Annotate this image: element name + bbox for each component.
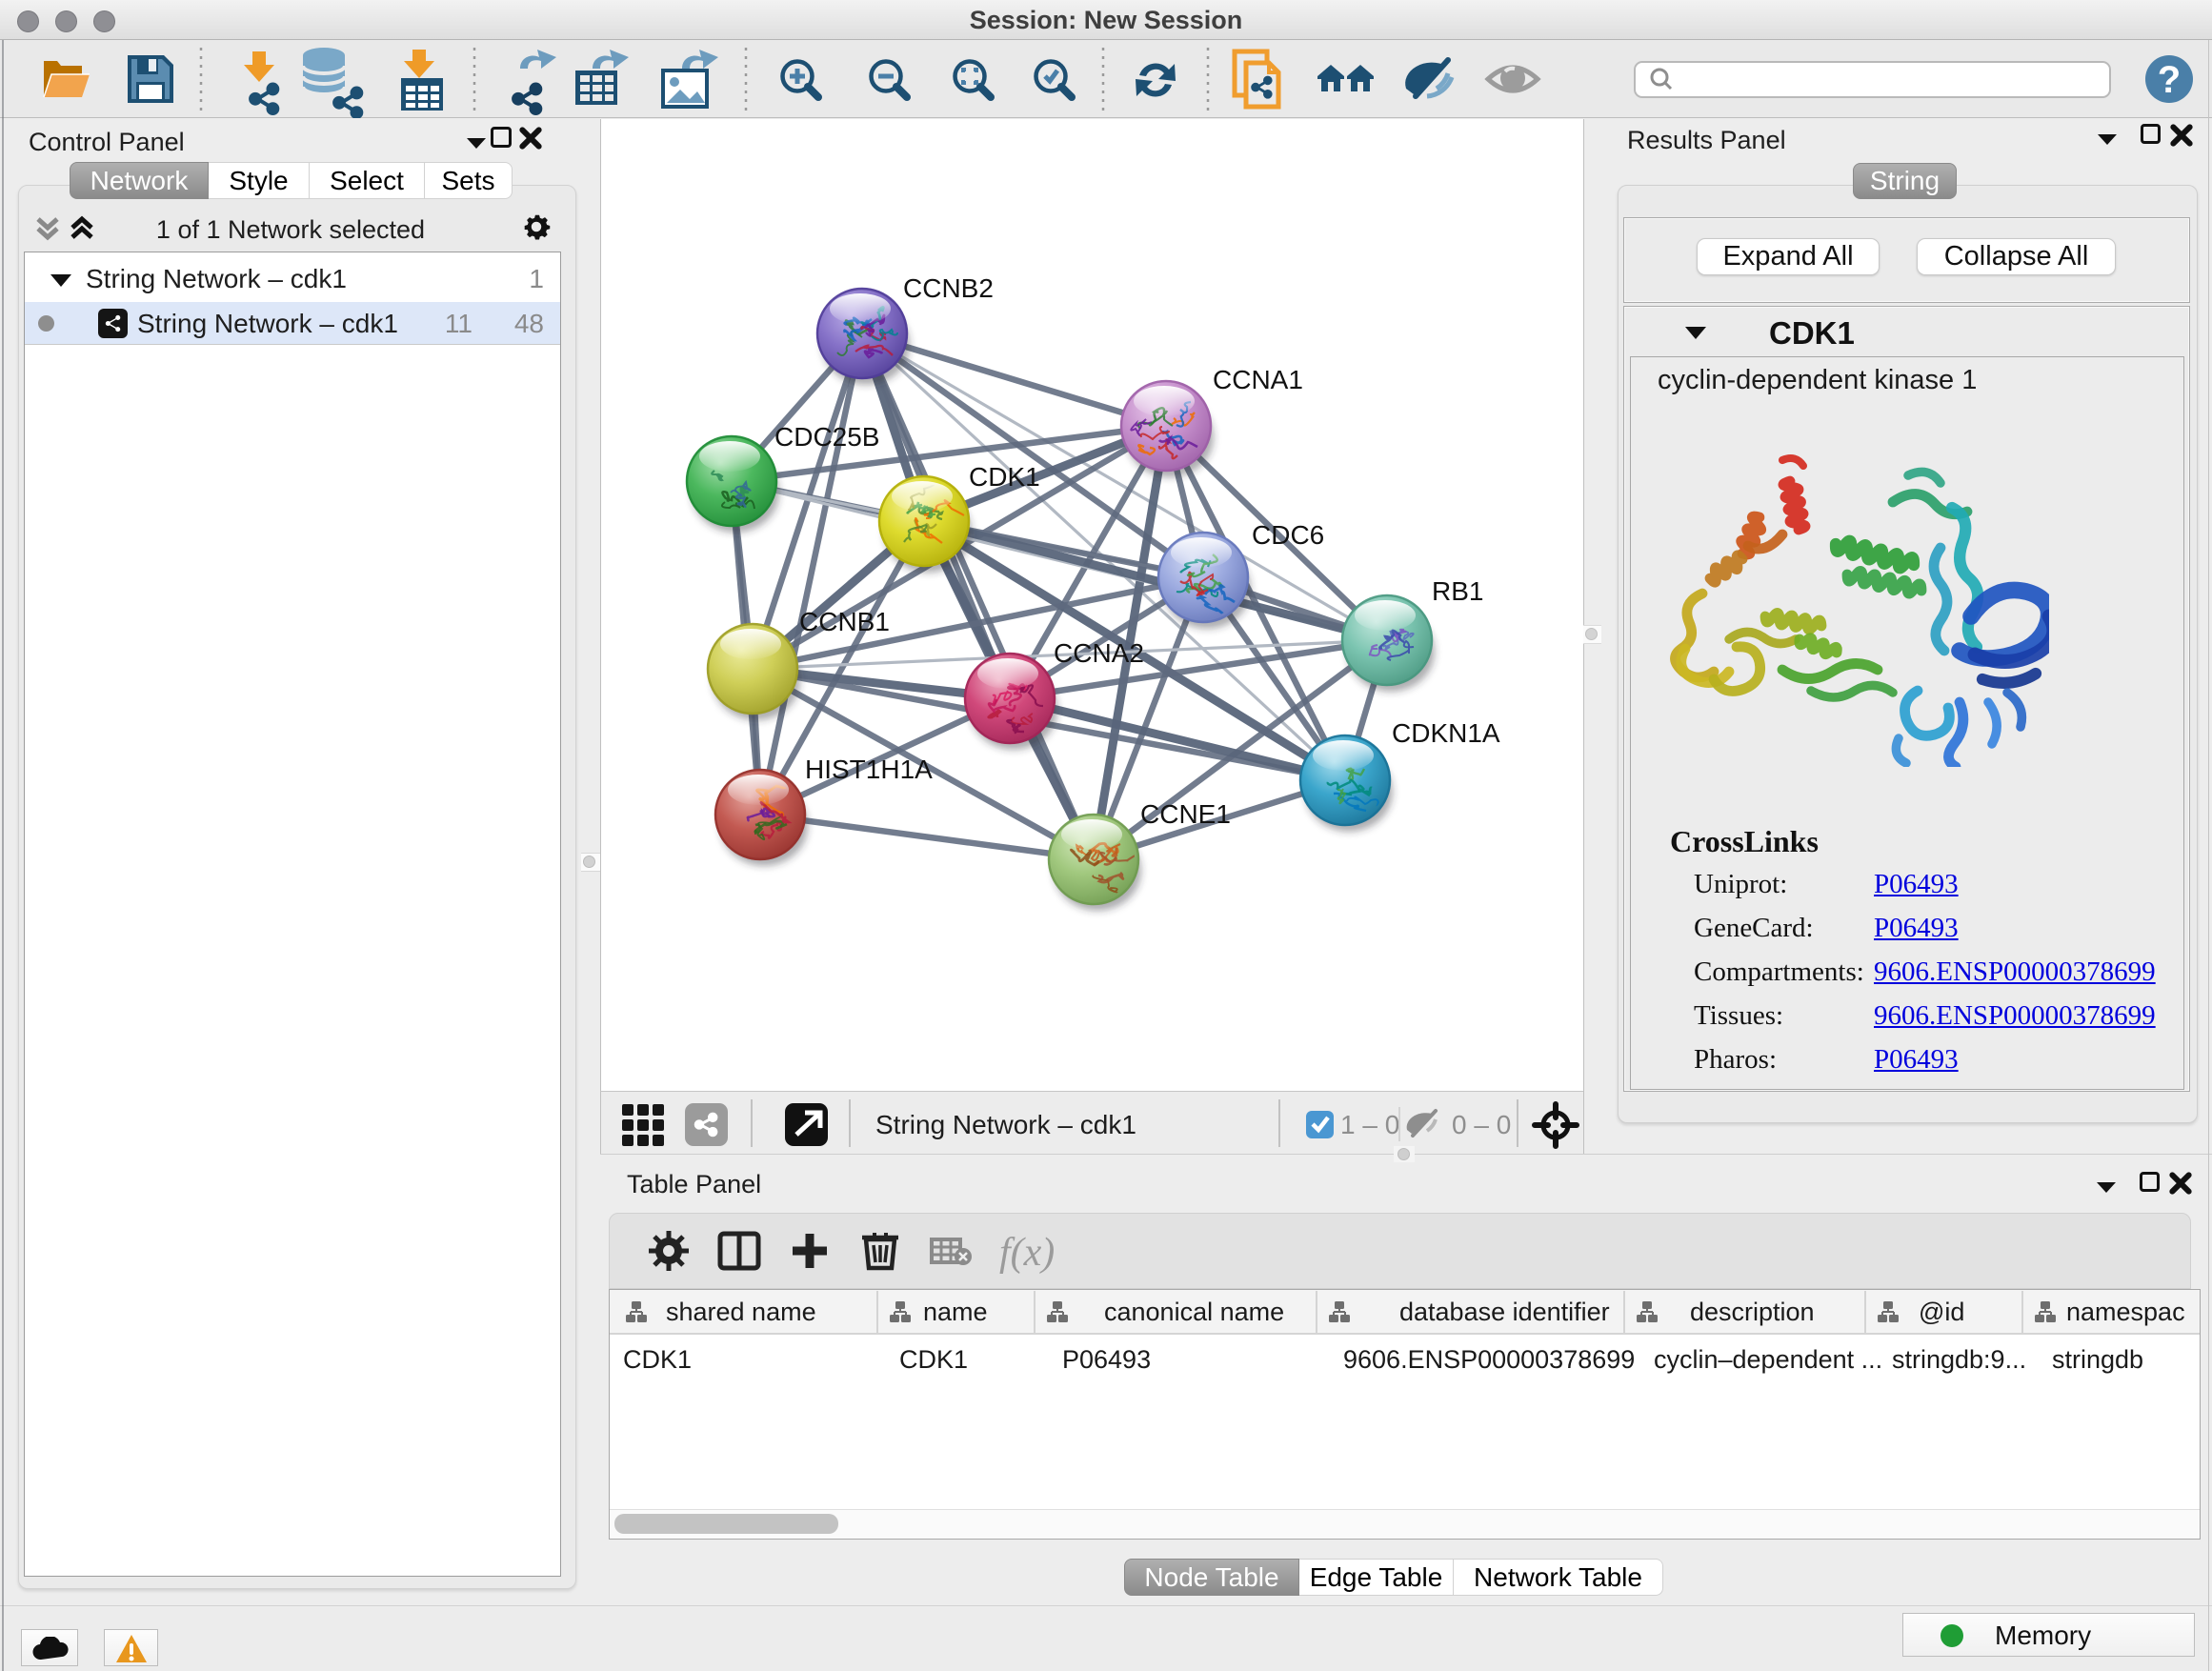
svg-text:CDK1: CDK1	[899, 1345, 968, 1374]
svg-text:9606.ENSP00000378699: 9606.ENSP00000378699	[1343, 1345, 1635, 1374]
svg-text:stringdb: stringdb	[2052, 1345, 2143, 1374]
svg-text:?: ?	[2158, 59, 2181, 101]
svg-text:CDC6: CDC6	[1252, 520, 1324, 550]
svg-text:database identifier: database identifier	[1399, 1298, 1610, 1326]
svg-text:CCNA2: CCNA2	[1054, 638, 1144, 668]
svg-text:String Network – cdk1: String Network – cdk1	[875, 1110, 1136, 1139]
svg-text:CCNB2: CCNB2	[903, 273, 994, 303]
svg-text:cyclin–dependent ...: cyclin–dependent ...	[1654, 1345, 1882, 1374]
svg-text:0 – 0: 0 – 0	[1452, 1110, 1511, 1139]
svg-text:namespac: namespac	[2066, 1298, 2185, 1326]
svg-text:CDK1: CDK1	[969, 462, 1040, 492]
svg-text:1 – 0: 1 – 0	[1340, 1110, 1399, 1139]
svg-text:@id: @id	[1919, 1298, 1964, 1326]
svg-text:description: description	[1690, 1298, 1815, 1326]
svg-text:CDK1: CDK1	[623, 1345, 692, 1374]
svg-text:CDC25B: CDC25B	[774, 422, 879, 452]
svg-text:CDKN1A: CDKN1A	[1392, 718, 1500, 748]
svg-text:CCNE1: CCNE1	[1140, 799, 1231, 829]
svg-text:shared name: shared name	[666, 1298, 816, 1326]
svg-text:CCNB1: CCNB1	[799, 607, 890, 636]
svg-text:P06493: P06493	[1062, 1345, 1151, 1374]
svg-text:stringdb:9...: stringdb:9...	[1892, 1345, 2026, 1374]
svg-text:f(x): f(x)	[999, 1231, 1055, 1275]
svg-text:RB1: RB1	[1432, 576, 1483, 606]
svg-text:canonical name: canonical name	[1104, 1298, 1284, 1326]
svg-text:HIST1H1A: HIST1H1A	[805, 755, 933, 784]
svg-text:CCNA1: CCNA1	[1213, 365, 1303, 394]
svg-text:name: name	[923, 1298, 988, 1326]
